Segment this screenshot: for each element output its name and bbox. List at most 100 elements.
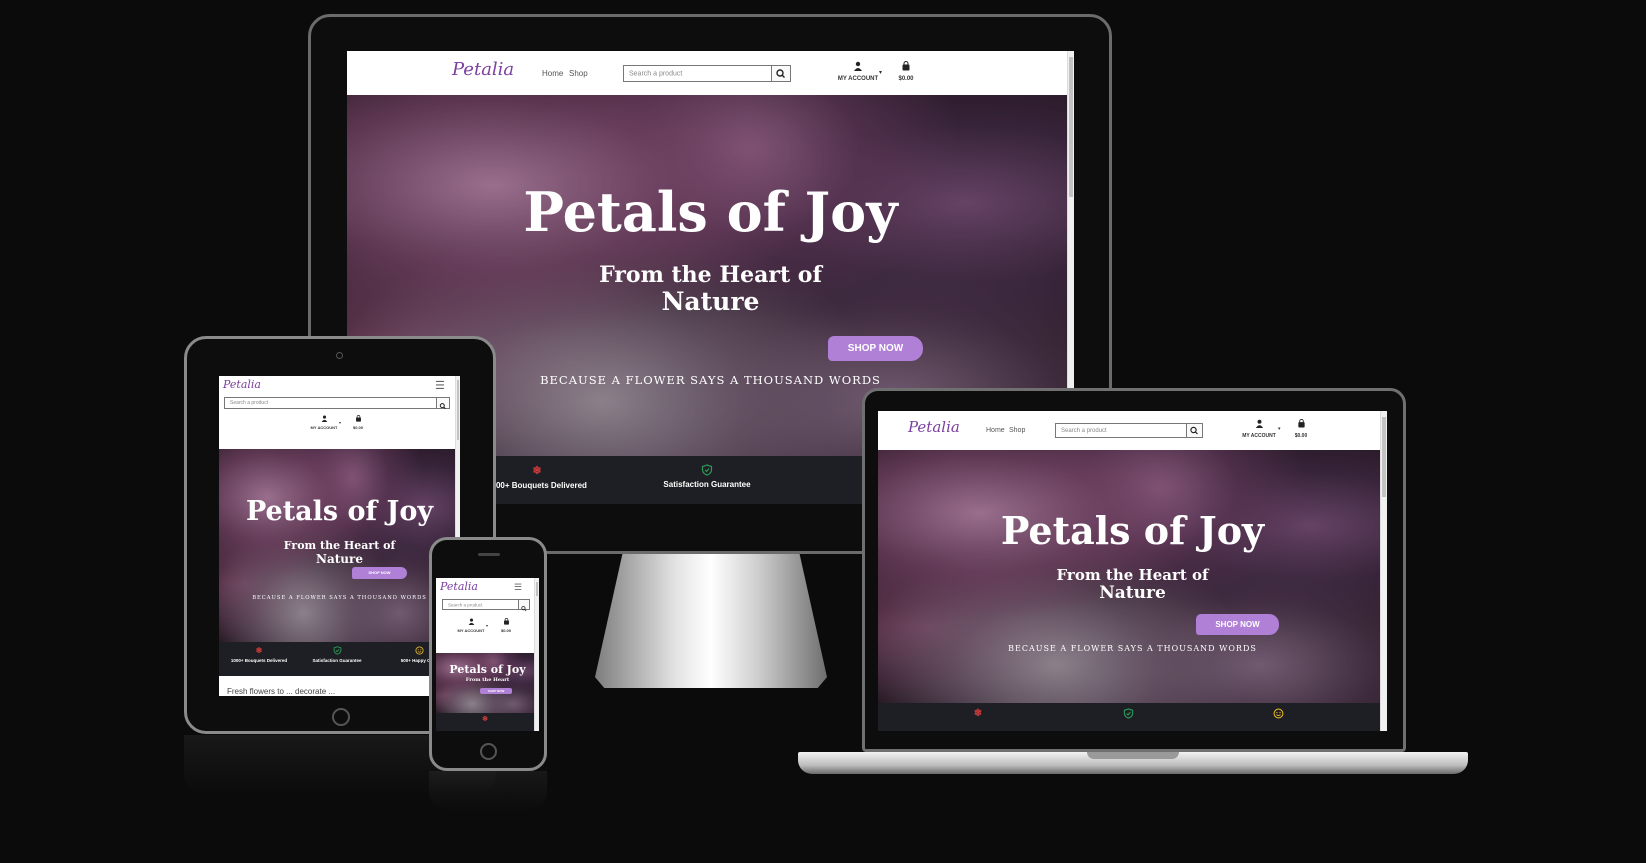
search-input[interactable]: Search a product	[224, 397, 450, 410]
phone-speaker	[478, 553, 500, 556]
search-button[interactable]	[771, 66, 790, 81]
search-placeholder: Search a product	[230, 400, 269, 406]
stats-bar: ❄ 1000+ Bouquets Delivered Satisfaction …	[219, 642, 460, 676]
shop-now-button[interactable]: SHOP NOW	[480, 688, 512, 694]
stat-guarantee: Satisfaction Guarantee	[647, 464, 767, 489]
hero-tagline: BECAUSE A FLOWER SAYS A THOUSAND WORDS	[252, 595, 427, 601]
hero-subtitle-line-2: Nature	[316, 551, 363, 566]
cart-total: $0.00	[1294, 433, 1308, 439]
shop-now-button[interactable]: SHOP NOW	[828, 336, 923, 361]
user-icon	[854, 61, 862, 71]
logo[interactable]: Petalia	[440, 580, 478, 593]
logo[interactable]: Petalia	[908, 418, 960, 436]
section-intro-text: Fresh flowers to ... decorate ...	[227, 687, 336, 696]
scrollbar-thumb[interactable]	[1382, 417, 1386, 497]
nav-shop-link[interactable]: Shop	[569, 69, 588, 78]
tablet-home-button[interactable]	[332, 708, 350, 726]
my-account[interactable]: MY ACCOUNT	[307, 415, 341, 430]
hero-title: Petals of Joy	[1000, 508, 1265, 553]
hero-subtitle: From the Heart of Nature	[878, 566, 1387, 604]
snowflake-icon: ❄	[255, 646, 263, 655]
my-account-label: MY ACCOUNT	[457, 628, 485, 633]
tablet-screen: Petalia ☰ Search a product MY ACCOUNT ▾ …	[219, 376, 460, 696]
smiley-icon	[1273, 708, 1283, 719]
search-placeholder: Search a product	[1061, 427, 1107, 434]
logo[interactable]: Petalia	[452, 59, 514, 80]
nav-shop-link[interactable]: Shop	[1009, 427, 1025, 434]
hero-subtitle: From the Heart	[465, 677, 510, 683]
hero-subtitle-line-2: Nature	[1099, 583, 1166, 604]
stat-bouquets: ❄	[436, 715, 534, 723]
laptop-screen: Petalia Home Shop Search a product MY AC…	[878, 411, 1387, 731]
search-input[interactable]: Search a product	[623, 65, 791, 82]
shop-now-button[interactable]: SHOP NOW	[352, 567, 407, 579]
hero-subtitle: From the Heart of Nature	[219, 539, 460, 566]
cart-total: $0.00	[352, 425, 363, 430]
scrollbar-thumb[interactable]	[457, 380, 459, 440]
shopping-bag-icon	[503, 618, 509, 625]
hero-tagline: BECAUSE A FLOWER SAYS A THOUSAND WORDS	[540, 373, 881, 387]
my-account[interactable]: MY ACCOUNT	[833, 61, 883, 82]
shopping-bag-icon	[1297, 419, 1305, 428]
hero-subtitle-line-2: Nature	[661, 287, 760, 317]
hero-banner: Petals of Joy From the Heart of Nature S…	[878, 450, 1387, 703]
navbar: Petalia Home Shop Search a product MY AC…	[878, 411, 1387, 450]
search-button[interactable]	[1186, 424, 1202, 437]
scrollbar-thumb[interactable]	[536, 582, 538, 596]
navbar: Petalia Home Shop Search a product MY AC…	[347, 51, 1074, 95]
shop-now-button[interactable]: SHOP NOW	[1196, 614, 1279, 635]
scrollbar-thumb[interactable]	[1069, 57, 1073, 197]
cart[interactable]: $0.00	[497, 618, 515, 633]
scrollbar[interactable]	[534, 578, 539, 731]
my-account-label: MY ACCOUNT	[837, 76, 879, 82]
cart[interactable]: $0.00	[894, 61, 918, 82]
shield-icon	[333, 646, 341, 655]
user-icon	[468, 618, 474, 625]
stats-bar: ❄	[878, 703, 1387, 731]
hero-title: Petals of Joy	[523, 180, 898, 244]
phone-reflection	[429, 771, 547, 811]
phone-home-button[interactable]	[480, 743, 497, 760]
nav-home-link[interactable]: Home	[542, 69, 563, 78]
stat-guarantee	[1068, 708, 1188, 721]
search-icon	[1190, 426, 1198, 435]
shield-icon	[1123, 708, 1133, 719]
hamburger-menu-icon[interactable]: ☰	[514, 582, 522, 593]
hero-subtitle-line-1: From the Heart of	[1056, 566, 1209, 584]
stat-bouquets: ❄ 1000+ Bouquets Delivered	[219, 646, 299, 663]
hero-subtitle-line-1: From the Heart of	[283, 539, 396, 552]
my-account-label: MY ACCOUNT	[310, 425, 338, 430]
cart-total: $0.00	[500, 628, 511, 633]
search-icon	[776, 69, 785, 78]
hero-tagline: BECAUSE A FLOWER SAYS A THOUSAND WORDS	[1008, 644, 1257, 653]
hero-title: Petals of Joy	[449, 663, 526, 676]
account-dropdown-caret[interactable]: ▾	[1278, 426, 1281, 432]
stat-customers	[1218, 708, 1338, 721]
nav-home-link[interactable]: Home	[986, 427, 1005, 434]
cart[interactable]: $0.00	[1290, 419, 1312, 439]
laptop-notch	[1087, 752, 1179, 759]
my-account[interactable]: MY ACCOUNT	[1236, 419, 1282, 439]
search-placeholder: Search a product	[629, 70, 683, 77]
cart[interactable]: $0.00	[349, 415, 367, 430]
stat-guarantee-label: Satisfaction Guarantee	[663, 480, 751, 489]
cart-total: $0.00	[898, 76, 914, 82]
my-account-label: MY ACCOUNT	[1242, 433, 1276, 439]
search-placeholder: Search a product	[448, 602, 483, 607]
snowflake-icon: ❄	[973, 708, 983, 719]
account-dropdown-caret[interactable]: ▾	[486, 623, 488, 628]
shopping-bag-icon	[355, 415, 361, 422]
search-button[interactable]	[518, 600, 529, 612]
search-button[interactable]	[436, 398, 449, 410]
hero-subtitle: From the Heart of Nature	[347, 262, 1074, 317]
hero-title: Petals of Joy	[245, 496, 434, 527]
search-input[interactable]: Search a product	[1055, 423, 1203, 438]
account-dropdown-caret[interactable]: ▾	[339, 420, 341, 425]
account-dropdown-caret[interactable]: ▾	[879, 69, 882, 76]
shopping-bag-icon	[902, 61, 910, 71]
my-account[interactable]: MY ACCOUNT	[454, 618, 488, 633]
logo[interactable]: Petalia	[223, 378, 261, 391]
stat-guarantee-label: Satisfaction Guarantee	[312, 658, 362, 663]
hero-banner: Petals of Joy From the Heart SHOP NOW	[436, 653, 539, 713]
user-icon	[1255, 419, 1263, 428]
